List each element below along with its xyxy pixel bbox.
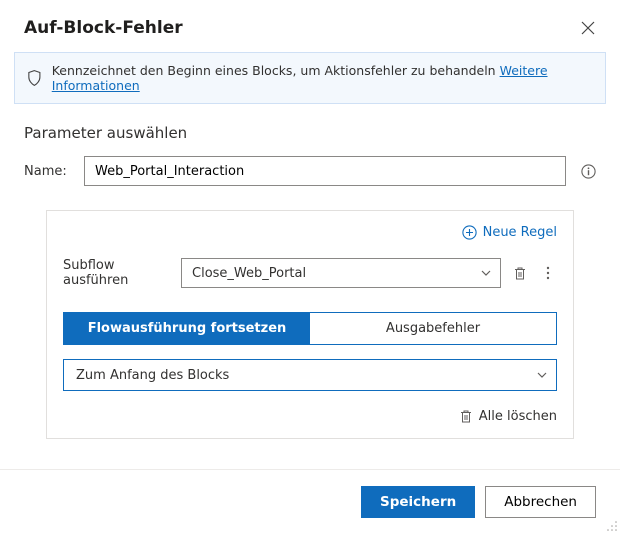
trash-icon: [513, 266, 527, 281]
name-input[interactable]: [84, 156, 566, 186]
delete-all-label: Alle löschen: [479, 409, 557, 424]
tab-throw[interactable]: Ausgabefehler: [310, 313, 556, 344]
new-rule-button[interactable]: Neue Regel: [462, 225, 557, 240]
continue-option-value: Zum Anfang des Blocks: [76, 368, 229, 383]
close-icon: [581, 21, 595, 35]
subflow-select[interactable]: Close_Web_Portal: [181, 258, 501, 288]
new-rule-label: Neue Regel: [483, 225, 557, 240]
info-icon: [581, 164, 596, 179]
dialog-title: Auf-Block-Fehler: [24, 18, 183, 38]
name-label: Name:: [24, 164, 70, 179]
dialog-footer: Speichern Abbrechen: [0, 469, 620, 534]
banner-text: Kennzeichnet den Beginn eines Blocks, um…: [52, 63, 500, 78]
subflow-value: Close_Web_Portal: [192, 266, 306, 281]
shield-icon: [27, 69, 42, 87]
tab-continue[interactable]: Flowausführung fortsetzen: [64, 313, 310, 344]
chevron-down-icon: [480, 267, 492, 279]
name-info-button[interactable]: [580, 163, 596, 179]
chevron-down-icon: [536, 369, 548, 381]
more-vertical-icon: [546, 266, 550, 280]
subflow-label: Subflow ausführen: [63, 258, 171, 288]
continue-option-select[interactable]: Zum Anfang des Blocks: [63, 359, 557, 391]
resize-grip-icon[interactable]: [606, 520, 618, 532]
more-button[interactable]: [539, 264, 557, 282]
section-title: Parameter auswählen: [0, 104, 620, 156]
delete-subflow-button[interactable]: [511, 264, 529, 282]
close-button[interactable]: [580, 20, 596, 36]
delete-all-button[interactable]: Alle löschen: [47, 391, 573, 438]
trash-icon: [459, 409, 473, 424]
cancel-button[interactable]: Abbrechen: [485, 486, 596, 518]
rules-card: Neue Regel Subflow ausführen Close_Web_P…: [46, 210, 574, 439]
save-button[interactable]: Speichern: [361, 486, 475, 518]
info-banner: Kennzeichnet den Beginn eines Blocks, um…: [14, 52, 606, 104]
plus-circle-icon: [462, 225, 477, 240]
tab-row: Flowausführung fortsetzen Ausgabefehler: [63, 312, 557, 345]
